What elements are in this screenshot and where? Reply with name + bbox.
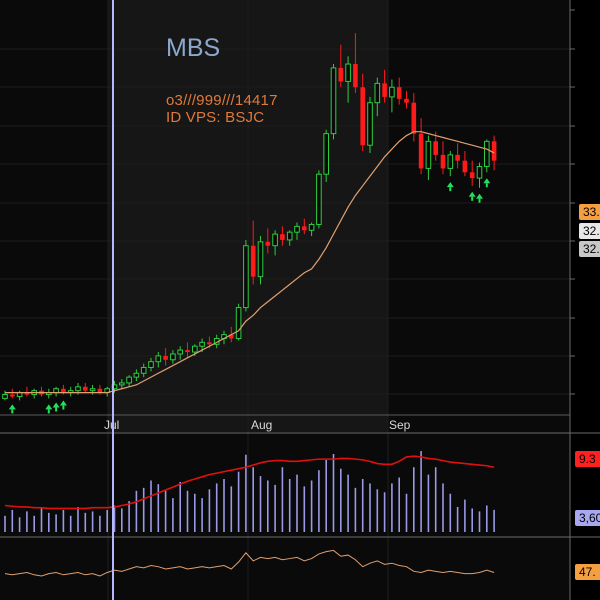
rsi-tag: 47. xyxy=(575,564,600,580)
price-axis-ticks xyxy=(570,9,575,395)
candle xyxy=(330,64,337,140)
prev-price-tag: 32. xyxy=(579,241,600,257)
volume-ma-tag: 9.3 xyxy=(575,451,600,467)
x-tick-label: Aug xyxy=(251,418,272,432)
candle xyxy=(243,239,249,312)
candle xyxy=(323,129,329,182)
candle xyxy=(235,303,242,341)
candle xyxy=(367,96,373,153)
candle xyxy=(257,236,264,285)
x-tick-label: Sep xyxy=(389,418,411,432)
stock-chart[interactable]: Jul Aug Sep xyxy=(0,0,600,600)
volume-tag: 3,60 xyxy=(575,510,600,526)
close-price-tag: 32. xyxy=(579,223,600,239)
info-line-2: ID VPS: BSJC xyxy=(166,109,265,126)
info-line-1: o3///999///14417 xyxy=(166,92,278,109)
x-tick-label: Jul xyxy=(104,418,119,432)
symbol-title: MBS xyxy=(166,34,221,62)
candle xyxy=(316,170,322,229)
ma-price-tag: 33. xyxy=(579,204,600,220)
